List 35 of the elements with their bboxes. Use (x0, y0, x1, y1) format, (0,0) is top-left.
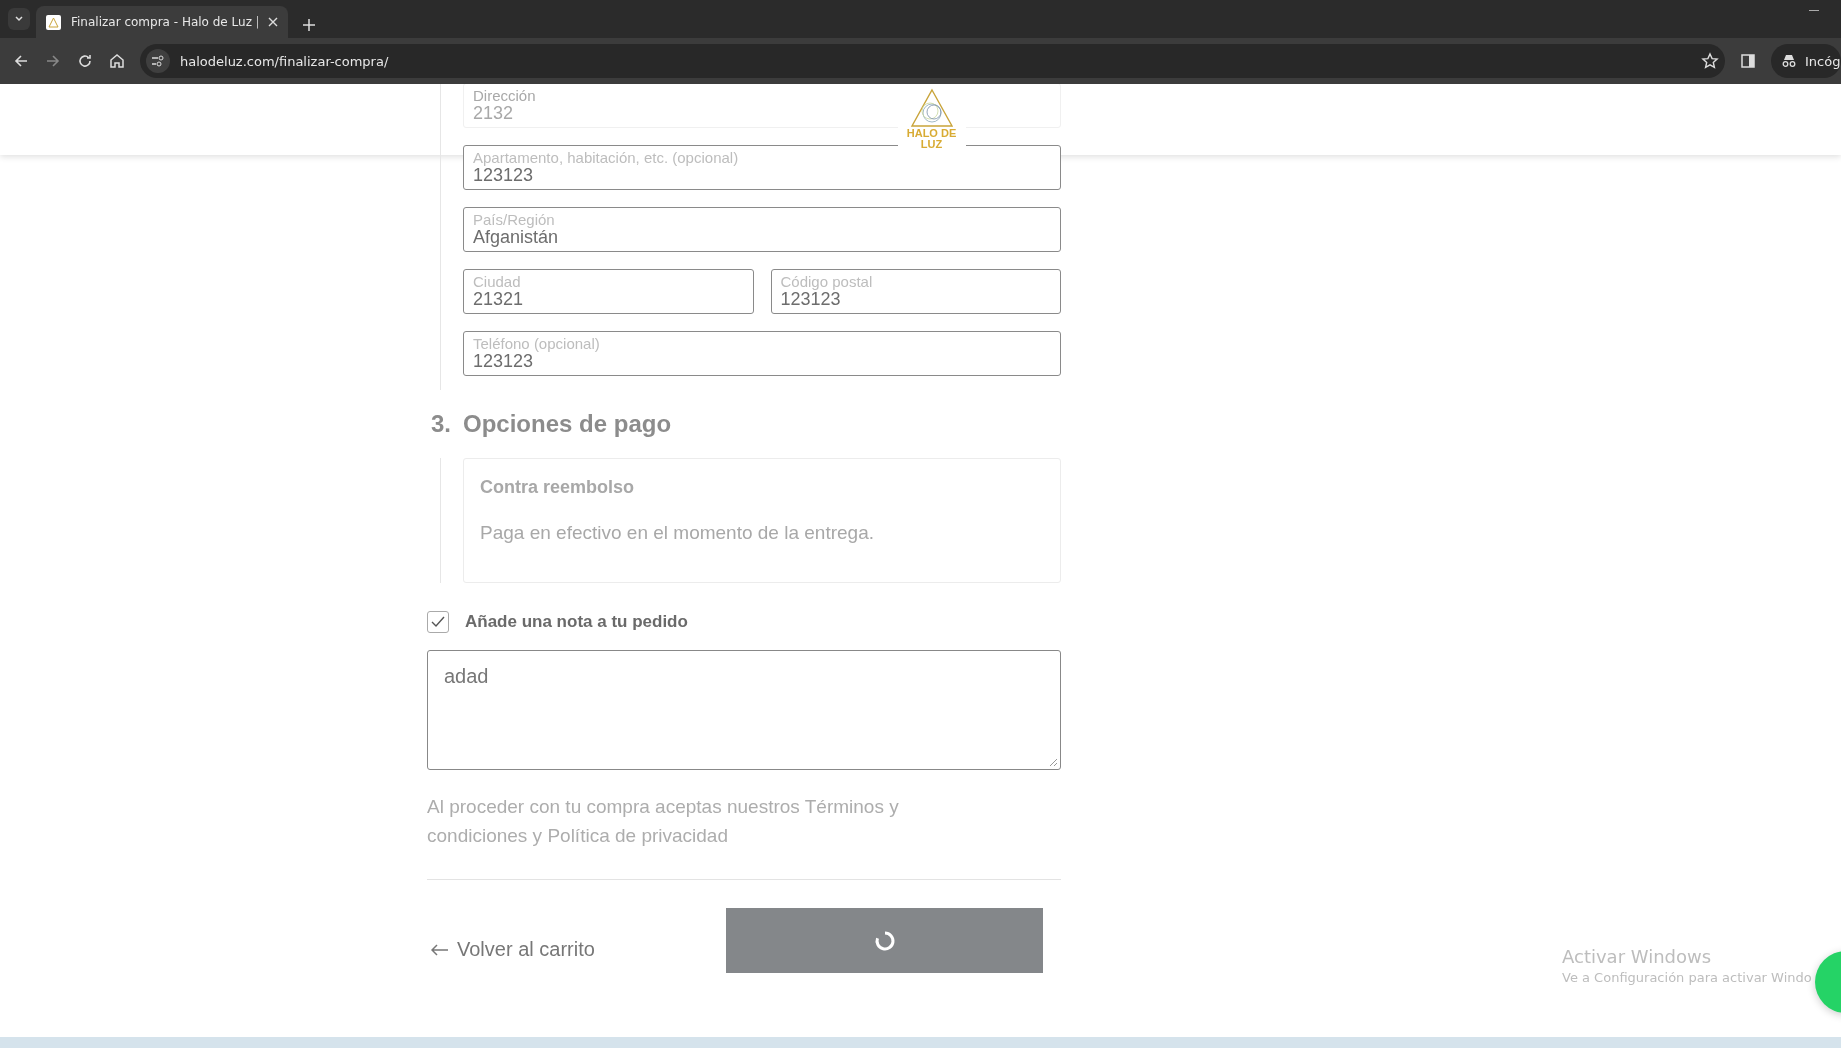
payment-method-title: Contra reembolso (480, 477, 635, 498)
terms-text: Al proceder con tu compra aceptas nuestros Términos y condiciones y Política de privacidad (427, 795, 900, 848)
browser-tab[interactable]: Finalizar compra - Halo de Luz | (36, 6, 288, 38)
reload-icon[interactable] (76, 52, 94, 70)
star-icon[interactable] (1701, 52, 1719, 70)
checkmark-icon (431, 616, 445, 628)
tab-title: Finalizar compra - Halo de Luz | (71, 15, 258, 29)
section-heading: Opciones de pago (463, 410, 672, 438)
arrow-left-icon (431, 943, 449, 956)
activation-notice-title: Activar Windows (1562, 946, 1712, 967)
side-panel-icon[interactable] (1739, 52, 1757, 70)
incognito-icon (1781, 54, 1797, 68)
checkbox-label: Añade una nota a tu pedido (465, 612, 688, 632)
address-bar[interactable]: halodeluz.com/finalizar-compra/ (140, 44, 1725, 78)
back-to-cart-link[interactable]: Volver al carrito (431, 938, 595, 961)
new-tab-icon[interactable] (302, 18, 316, 32)
incognito-button[interactable]: Incóg (1771, 44, 1841, 78)
note-checkbox[interactable] (427, 611, 449, 633)
close-icon[interactable] (268, 17, 278, 27)
chevron-down-icon (14, 14, 24, 24)
payment-method-description: Paga en efectivo en el momento de la entrega. (480, 522, 874, 544)
home-icon[interactable] (108, 52, 126, 70)
text-field[interactable]: Teléfono (opcional) 123123 (463, 331, 1061, 376)
resize-handle-icon[interactable] (1049, 758, 1058, 767)
site-settings-icon[interactable] (146, 49, 170, 73)
triangle-icon (46, 14, 61, 30)
step-number: 3. (431, 410, 451, 438)
url-text: halodeluz.com/finalizar-compra/ (180, 53, 390, 69)
text-field[interactable]: País/Región Afganistán (463, 207, 1061, 252)
text-field[interactable]: Ciudad 21321 (463, 269, 754, 314)
text-field[interactable]: Código postal 123123 (770, 269, 1061, 314)
note-textarea[interactable]: adad (427, 650, 1061, 770)
tab-list-button[interactable] (8, 8, 30, 30)
loading-spinner-icon (873, 929, 896, 952)
activation-notice-text: Ve a Configuración para activar Windo (1562, 970, 1812, 985)
